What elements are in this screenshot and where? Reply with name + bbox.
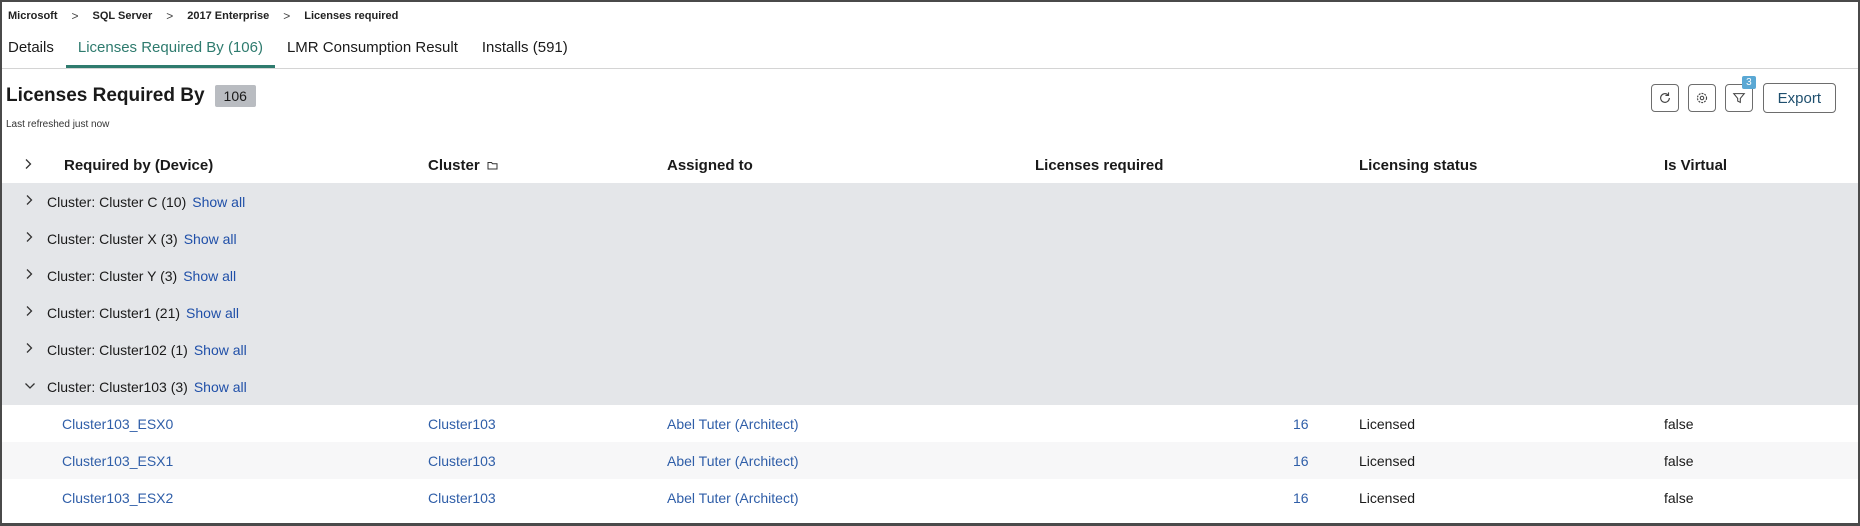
chevron-right-icon[interactable]	[24, 305, 34, 317]
column-header-assigned-to[interactable]: Assigned to	[667, 157, 753, 174]
record-count-badge: 106	[214, 85, 256, 107]
group-title: Cluster: Cluster1 (21)	[47, 305, 181, 321]
group-row-cluster102[interactable]: Cluster: Cluster102 (1) Show all	[2, 331, 1858, 368]
group-row-cluster103[interactable]: Cluster: Cluster103 (3) Show all	[2, 368, 1858, 405]
breadcrumb-item-microsoft[interactable]: Microsoft	[8, 10, 58, 22]
chevron-right-icon[interactable]	[24, 194, 34, 206]
show-all-link[interactable]: Show all	[194, 379, 247, 395]
licenses-required-value[interactable]: 16	[1293, 453, 1309, 469]
export-button[interactable]: Export	[1762, 83, 1836, 113]
filter-icon	[1732, 93, 1745, 104]
group-label: Cluster: Cluster1 (21) Show all	[47, 305, 239, 321]
tab-lmr-consumption-result[interactable]: LMR Consumption Result	[275, 39, 470, 68]
licenses-required-value[interactable]: 16	[1293, 416, 1309, 432]
chevron-down-icon[interactable]	[24, 381, 36, 391]
licenses-required-value[interactable]: 16	[1293, 490, 1309, 506]
tab-installs[interactable]: Installs (591)	[470, 39, 580, 68]
licensing-status-cell: Licensed	[1359, 416, 1416, 432]
list-header: Licenses Required By 106 Last refreshed …	[2, 69, 1858, 183]
column-header-cluster-label: Cluster	[428, 157, 480, 174]
group-row-cluster-c[interactable]: Cluster: Cluster C (10) Show all	[2, 183, 1858, 220]
tab-bar: Details Licenses Required By (106) LMR C…	[2, 30, 1858, 69]
filter-button[interactable]: 3	[1724, 76, 1756, 112]
column-header-licenses-required[interactable]: Licenses required	[1035, 157, 1163, 174]
group-row-cluster-y[interactable]: Cluster: Cluster Y (3) Show all	[2, 257, 1858, 294]
table-column-headers: Required by (Device) Cluster Assigned to…	[2, 149, 1858, 183]
table-body: Cluster: Cluster C (10) Show all Cluster:…	[2, 183, 1858, 516]
chevron-right-icon[interactable]	[24, 268, 34, 280]
device-link[interactable]: Cluster103_ESX1	[62, 453, 173, 469]
refresh-icon	[1659, 92, 1670, 103]
device-link[interactable]: Cluster103_ESX0	[62, 416, 173, 432]
assigned-to-link[interactable]: Abel Tuter (Architect)	[667, 490, 799, 506]
is-virtual-cell: false	[1664, 453, 1694, 469]
gear-icon	[1696, 92, 1707, 104]
grouped-column-icon	[487, 162, 498, 170]
group-label: Cluster: Cluster Y (3) Show all	[47, 268, 236, 284]
breadcrumb-separator-icon: >	[71, 9, 79, 23]
app-frame: Microsoft > SQL Server > 2017 Enterprise…	[0, 0, 1860, 526]
chevron-right-icon[interactable]	[24, 342, 34, 354]
group-label: Cluster: Cluster C (10) Show all	[47, 194, 245, 210]
show-all-link[interactable]: Show all	[186, 305, 239, 321]
licensing-status-cell: Licensed	[1359, 490, 1416, 506]
chevron-right-icon	[25, 159, 32, 169]
refresh-button[interactable]	[1650, 84, 1679, 112]
filter-count-badge: 3	[1742, 76, 1756, 89]
list-toolbar: 3 Export	[1642, 76, 1836, 113]
is-virtual-cell: false	[1664, 490, 1694, 506]
group-title: Cluster: Cluster X (3)	[47, 231, 178, 247]
group-label: Cluster: Cluster102 (1) Show all	[47, 342, 247, 358]
licensing-status-cell: Licensed	[1359, 453, 1416, 469]
group-title: Cluster: Cluster102 (1)	[47, 342, 188, 358]
group-title: Cluster: Cluster103 (3)	[47, 379, 188, 395]
group-row-cluster-x[interactable]: Cluster: Cluster X (3) Show all	[2, 220, 1858, 257]
settings-button[interactable]	[1687, 84, 1716, 112]
device-link[interactable]: Cluster103_ESX2	[62, 490, 173, 506]
column-header-licensing-status[interactable]: Licensing status	[1359, 157, 1477, 174]
show-all-link[interactable]: Show all	[184, 231, 237, 247]
show-all-link[interactable]: Show all	[194, 342, 247, 358]
tab-details[interactable]: Details	[8, 39, 66, 68]
group-row-cluster1[interactable]: Cluster: Cluster1 (21) Show all	[2, 294, 1858, 331]
last-refreshed-text: Last refreshed just now	[6, 119, 110, 130]
title-row: Licenses Required By 106	[6, 85, 256, 107]
is-virtual-cell: false	[1664, 416, 1694, 432]
table-row: Cluster103_ESX0 Cluster103 Abel Tuter (A…	[2, 405, 1858, 442]
breadcrumb-item-sql-server[interactable]: SQL Server	[93, 10, 153, 22]
show-all-link[interactable]: Show all	[183, 268, 236, 284]
breadcrumb-separator-icon: >	[166, 9, 174, 23]
table-row: Cluster103_ESX2 Cluster103 Abel Tuter (A…	[2, 479, 1858, 516]
tab-licenses-required-by[interactable]: Licenses Required By (106)	[65, 39, 275, 68]
column-header-device[interactable]: Required by (Device)	[64, 157, 213, 174]
breadcrumb: Microsoft > SQL Server > 2017 Enterprise…	[2, 2, 1858, 30]
cluster-link[interactable]: Cluster103	[428, 416, 496, 432]
cluster-link[interactable]: Cluster103	[428, 453, 496, 469]
group-label: Cluster: Cluster103 (3) Show all	[47, 379, 247, 395]
group-label: Cluster: Cluster X (3) Show all	[47, 231, 237, 247]
table-row: Cluster103_ESX1 Cluster103 Abel Tuter (A…	[2, 442, 1858, 479]
page-title: Licenses Required By	[6, 85, 205, 106]
group-title: Cluster: Cluster Y (3)	[47, 268, 178, 284]
column-header-cluster[interactable]: Cluster	[428, 157, 498, 174]
assigned-to-link[interactable]: Abel Tuter (Architect)	[667, 416, 799, 432]
chevron-right-icon[interactable]	[24, 231, 34, 243]
assigned-to-link[interactable]: Abel Tuter (Architect)	[667, 453, 799, 469]
column-header-is-virtual[interactable]: Is Virtual	[1664, 157, 1727, 174]
cluster-link[interactable]: Cluster103	[428, 490, 496, 506]
show-all-link[interactable]: Show all	[192, 194, 245, 210]
expand-all-button[interactable]	[23, 157, 33, 174]
breadcrumb-item-2017-enterprise[interactable]: 2017 Enterprise	[187, 10, 269, 22]
breadcrumb-item-licenses-required: Licenses required	[304, 10, 399, 22]
group-title: Cluster: Cluster C (10)	[47, 194, 187, 210]
breadcrumb-separator-icon: >	[283, 9, 291, 23]
